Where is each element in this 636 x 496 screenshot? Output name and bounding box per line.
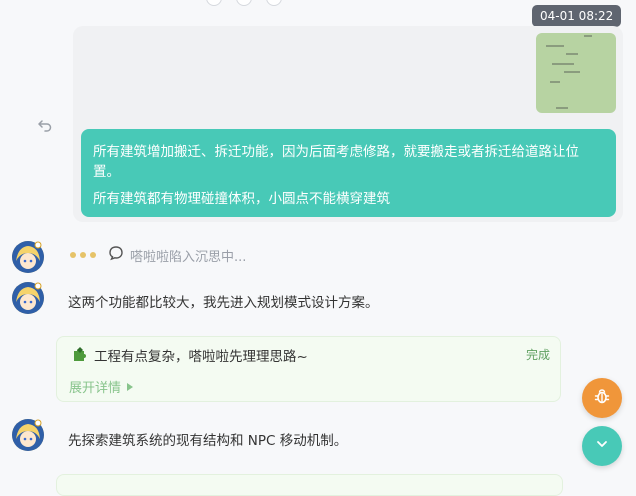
expand-details-link[interactable]: 展开详情 (69, 377, 134, 396)
attached-image-thumbnail[interactable] (536, 33, 616, 113)
assistant-message: 这两个功能都比较大，我先进入规划模式设计方案。 (68, 295, 379, 311)
puzzle-icon (71, 345, 89, 363)
bug-report-button[interactable] (582, 378, 622, 418)
scroll-down-button[interactable] (582, 426, 622, 466)
chat-bubble-icon (108, 245, 124, 265)
loading-dots (70, 252, 96, 258)
user-message-bubble: 所有建筑增加搬迁、拆迁功能，因为后面考虑修路，就要搬走或者拆迁给道路让位 置。 … (81, 129, 616, 217)
expand-label: 展开详情 (69, 381, 122, 396)
caret-right-icon (127, 382, 134, 391)
task-status: 完成 (525, 348, 550, 362)
user-message-line: 所有建筑增加搬迁、拆迁功能，因为后面考虑修路，就要搬走或者拆迁给道路让位 (93, 144, 579, 160)
undo-icon[interactable] (37, 117, 53, 133)
top-indicator-dots (206, 0, 282, 6)
indicator-dot (266, 0, 282, 6)
task-card-partial (56, 474, 563, 496)
assistant-avatar (12, 241, 44, 273)
bug-icon (593, 387, 611, 409)
message-timestamp: 04-01 08:22 (532, 5, 622, 27)
indicator-dot (206, 0, 222, 6)
user-message-line: 所有建筑都有物理碰撞体积，小圆点不能横穿建筑 (93, 191, 390, 207)
assistant-message: 先探索建筑系统的现有结构和 NPC 移动机制。 (68, 433, 348, 449)
task-title: 工程有点复杂，嗒啦啦先理理思路~ (94, 349, 308, 365)
assistant-avatar (12, 282, 44, 314)
indicator-dot (236, 0, 252, 6)
assistant-avatar (12, 419, 44, 451)
chevron-down-icon (594, 436, 610, 456)
thinking-text: 嗒啦啦陷入沉思中... (130, 249, 247, 265)
thinking-indicator: 嗒啦啦陷入沉思中... (70, 245, 246, 265)
task-card: 工程有点复杂，嗒啦啦先理理思路~ 完成 展开详情 (56, 336, 561, 402)
